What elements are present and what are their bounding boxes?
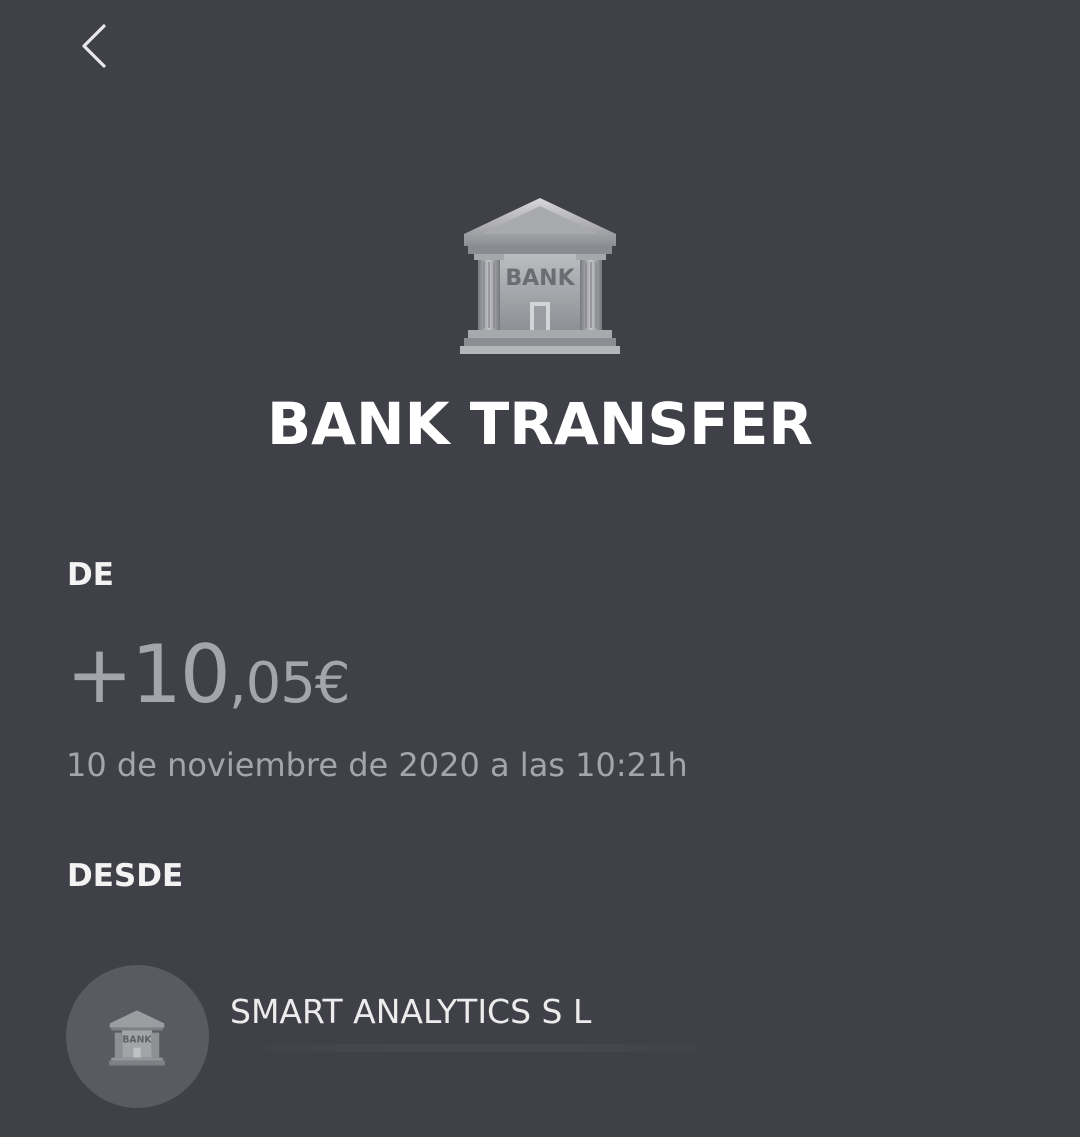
- amount-decimal: ,05€: [228, 651, 351, 716]
- chevron-left-icon: [82, 24, 106, 68]
- sender-row[interactable]: BANK SMART ANALYTICS S L: [66, 964, 1026, 1110]
- svg-text:BANK: BANK: [505, 266, 575, 291]
- bank-building-icon: BANK: [458, 194, 622, 356]
- back-button[interactable]: [66, 18, 126, 78]
- section-label-de: DE: [67, 557, 114, 593]
- svg-text:BANK: BANK: [122, 1034, 152, 1045]
- sender-name: SMART ANALYTICS S L: [230, 992, 592, 1031]
- page-title: BANK TRANSFER: [266, 390, 814, 458]
- sender-detail-redacted: [232, 1044, 732, 1052]
- amount-integer: +10: [66, 628, 231, 721]
- section-label-desde: DESDE: [67, 858, 184, 894]
- transaction-datetime: 10 de noviembre de 2020 a las 10:21h: [66, 746, 688, 784]
- transaction-amount: +10,05€: [66, 628, 351, 721]
- avatar: BANK: [66, 965, 209, 1108]
- bank-building-icon: BANK: [107, 1009, 167, 1067]
